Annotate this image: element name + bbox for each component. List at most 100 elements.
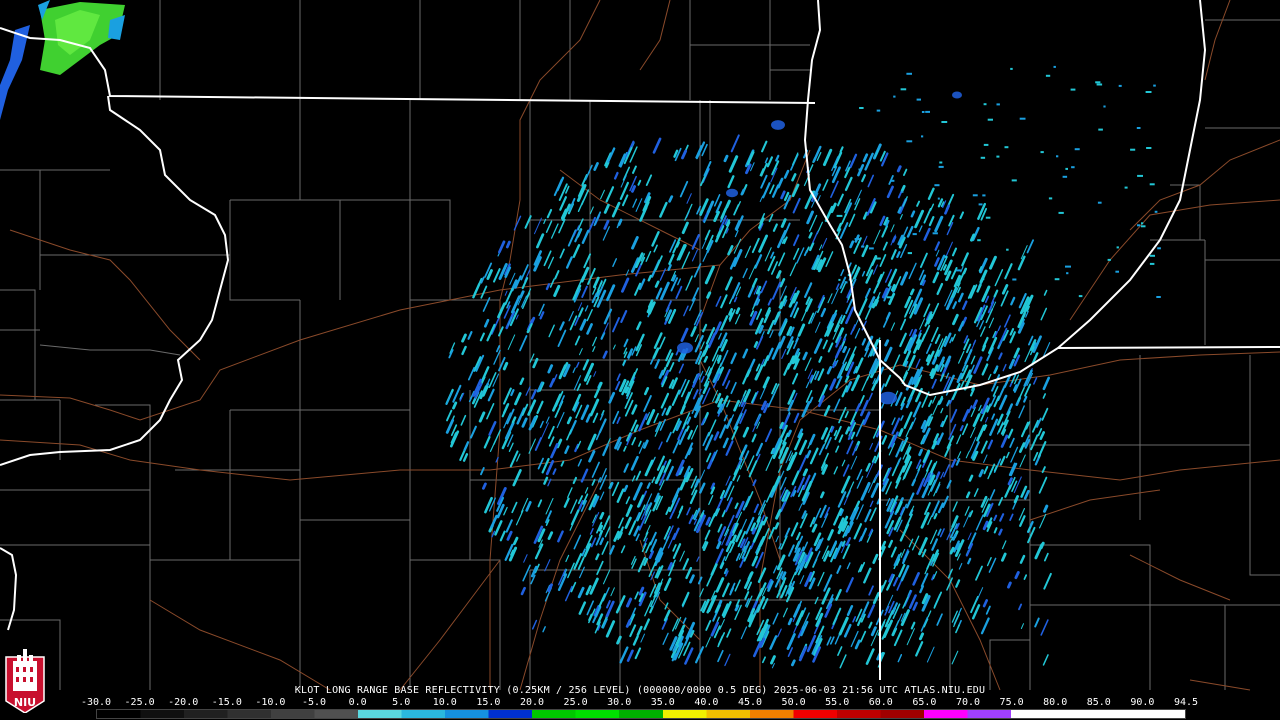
scale-label: 10.0 bbox=[432, 697, 457, 708]
echo-speck bbox=[934, 184, 940, 187]
scale-label: 50.0 bbox=[781, 697, 806, 708]
echo-streak bbox=[952, 533, 957, 541]
echo-speck bbox=[1045, 74, 1051, 77]
echo-speck bbox=[1066, 272, 1069, 275]
echo-speck bbox=[1116, 246, 1119, 249]
echo-speck bbox=[836, 214, 843, 217]
echo-blob bbox=[879, 391, 897, 405]
scale-label: -5.0 bbox=[301, 697, 327, 708]
echo-blob bbox=[771, 120, 785, 130]
echo-speck bbox=[890, 179, 895, 182]
echo-speck bbox=[1019, 117, 1026, 120]
echo-speck bbox=[921, 111, 925, 113]
echo-speck bbox=[900, 88, 907, 91]
echo-speck bbox=[1065, 265, 1071, 268]
echo-speck bbox=[1095, 81, 1101, 84]
echo-speck bbox=[869, 247, 874, 250]
echo-speck bbox=[956, 269, 961, 272]
scale-label: 5.0 bbox=[392, 697, 411, 708]
echo-streak bbox=[820, 491, 825, 499]
scale-label: -25.0 bbox=[124, 697, 155, 708]
echo-speck bbox=[1149, 183, 1155, 186]
echo-speck bbox=[1056, 155, 1059, 158]
scale-label: 30.0 bbox=[607, 697, 632, 708]
echo-speck bbox=[875, 257, 881, 260]
scale-label: 20.0 bbox=[519, 697, 545, 708]
echo-speck bbox=[996, 155, 1000, 158]
echo-speck bbox=[1149, 262, 1155, 265]
echo-speck bbox=[982, 194, 986, 197]
echo-streak bbox=[779, 421, 785, 429]
echo-speck bbox=[912, 233, 917, 236]
echo-speck bbox=[1130, 148, 1136, 151]
echo-speck bbox=[1137, 224, 1141, 227]
echo-streak bbox=[933, 513, 938, 520]
echo-streak bbox=[981, 344, 987, 352]
echo-speck bbox=[1136, 127, 1141, 129]
echo-streak bbox=[706, 291, 712, 299]
echo-speck bbox=[907, 252, 912, 255]
echo-speck bbox=[941, 121, 948, 123]
echo-streak bbox=[931, 356, 937, 365]
echo-speck bbox=[1118, 84, 1122, 87]
echo-speck bbox=[901, 190, 904, 193]
echo-streak bbox=[481, 482, 487, 490]
echo-speck bbox=[1070, 88, 1076, 91]
echo-speck bbox=[1053, 65, 1056, 68]
echo-streak bbox=[751, 527, 757, 535]
echo-speck bbox=[945, 255, 948, 258]
reflectivity-scale-labels: -30.0 -25.0 -20.0 -15.0 -10.0 -5.0 0.0 5.0 10.0 1… bbox=[81, 697, 1199, 709]
echo-streak bbox=[879, 651, 885, 659]
echo-streak bbox=[970, 233, 976, 242]
echo-speck bbox=[987, 118, 993, 121]
echo-streak bbox=[949, 546, 955, 555]
echo-speck bbox=[1071, 166, 1075, 169]
echo-speck bbox=[1154, 210, 1158, 213]
echo-speck bbox=[1078, 295, 1083, 298]
echo-speck bbox=[1048, 197, 1053, 200]
scale-label: -20.0 bbox=[168, 697, 199, 708]
echo-speck bbox=[1012, 278, 1017, 281]
echo-speck bbox=[916, 98, 921, 101]
echo-speck bbox=[1011, 179, 1017, 182]
echo-streak bbox=[598, 524, 604, 532]
scale-label: 65.0 bbox=[912, 697, 937, 708]
echo-speck bbox=[861, 245, 865, 248]
echo-speck bbox=[1097, 201, 1102, 204]
echo-streak bbox=[740, 188, 746, 196]
echo-streak bbox=[654, 280, 660, 288]
echo-streak bbox=[1013, 384, 1018, 392]
echo-speck bbox=[876, 109, 881, 112]
echo-streak bbox=[735, 307, 741, 315]
echo-speck bbox=[886, 296, 892, 299]
scale-label: 94.5 bbox=[1173, 697, 1199, 708]
niu-logo: NIU bbox=[4, 647, 46, 714]
scale-label: 25.0 bbox=[563, 697, 588, 708]
echo-speck bbox=[1065, 167, 1068, 170]
echo-speck bbox=[1074, 148, 1080, 151]
echo-streak bbox=[716, 354, 722, 362]
echo-streak bbox=[787, 617, 793, 626]
echo-blob bbox=[677, 342, 693, 354]
scale-label: 45.0 bbox=[737, 697, 763, 708]
echo-blob bbox=[726, 188, 738, 198]
echo-speck bbox=[937, 197, 940, 200]
scale-label: 15.0 bbox=[476, 697, 501, 708]
echo-speck bbox=[893, 95, 896, 98]
echo-streak bbox=[918, 632, 925, 641]
scale-label: 70.0 bbox=[955, 697, 981, 708]
scale-label: -30.0 bbox=[80, 697, 112, 708]
echo-streak bbox=[884, 339, 890, 347]
echo-speck bbox=[996, 103, 1000, 106]
echo-speck bbox=[985, 216, 991, 219]
scale-label: 60.0 bbox=[868, 697, 893, 708]
echo-speck bbox=[858, 168, 862, 171]
echo-streak bbox=[802, 468, 808, 477]
echo-speck bbox=[983, 103, 987, 106]
echo-speck bbox=[983, 143, 989, 146]
echo-speck bbox=[978, 203, 983, 206]
echo-speck bbox=[1145, 91, 1152, 93]
echo-blob bbox=[952, 91, 962, 99]
scale-label: 80.0 bbox=[1043, 697, 1068, 708]
echo-speck bbox=[1058, 211, 1064, 214]
